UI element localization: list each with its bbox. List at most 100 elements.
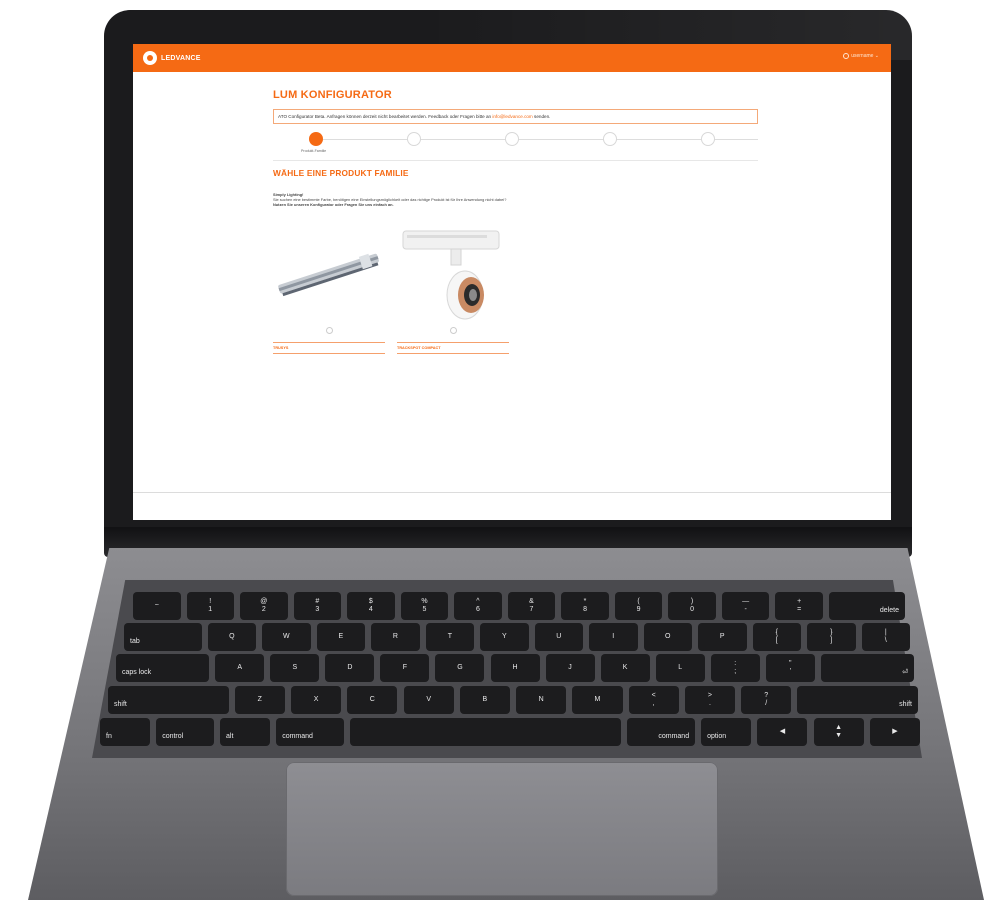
key-legend-line: =	[797, 606, 802, 613]
key-o[interactable]: O	[643, 623, 692, 651]
key-legend: — -	[742, 598, 749, 614]
key-delete[interactable]: delete	[828, 592, 905, 620]
key-caps-lock[interactable]: caps lock	[116, 654, 210, 682]
key-fn[interactable]: fn	[100, 718, 151, 746]
key-legend-line: $	[368, 598, 373, 605]
key-f[interactable]: F	[380, 654, 430, 682]
key-u[interactable]: U	[534, 623, 583, 651]
key-g[interactable]: G	[435, 654, 485, 682]
key-legend: @2	[260, 598, 267, 614]
key-legend-line: 3	[315, 606, 320, 613]
key-c[interactable]: C	[347, 686, 398, 714]
key-option[interactable]: option	[701, 718, 752, 746]
key-legend: >.	[708, 692, 712, 708]
key-legend-line: ;	[734, 668, 737, 675]
key-8[interactable]: * 8	[561, 592, 609, 620]
key-shift[interactable]: shift	[108, 686, 229, 714]
key-legend-line: ^	[476, 598, 480, 605]
key-7[interactable]: & 7	[507, 592, 556, 620]
key-6[interactable]: ^ 6	[454, 592, 502, 620]
key-legend: #3	[315, 598, 319, 614]
key-1[interactable]: ! 1	[186, 592, 234, 620]
key-v[interactable]: V	[403, 686, 454, 714]
key-legend: | \	[885, 629, 887, 645]
key-sym-10[interactable]: :;	[710, 654, 760, 682]
key-legend-line: !	[209, 598, 212, 605]
key-s[interactable]: S	[270, 654, 320, 682]
key-control[interactable]: control	[156, 718, 214, 746]
key-legend-line: '	[789, 668, 791, 675]
key-d[interactable]: D	[325, 654, 375, 682]
key-sym-12[interactable]: ⏎	[820, 654, 914, 682]
key-y[interactable]: Y	[480, 623, 529, 651]
key-2[interactable]: @2	[240, 592, 288, 620]
key-x[interactable]: X	[290, 686, 342, 714]
key-legend-line: 7	[529, 606, 534, 613]
key-legend-line: -	[744, 606, 747, 613]
key-b[interactable]: B	[459, 686, 510, 714]
trackpad[interactable]	[286, 762, 718, 896]
key-j[interactable]: J	[545, 654, 595, 682]
key-q[interactable]: Q	[207, 623, 257, 651]
key-l[interactable]: L	[655, 654, 705, 682]
key-i[interactable]: I	[589, 623, 638, 651]
key-legend: " '	[789, 660, 792, 676]
key-e[interactable]: E	[316, 623, 366, 651]
key-legend-line: #	[315, 598, 320, 605]
key-p[interactable]: P	[698, 623, 747, 651]
key-legend-line: 9	[636, 606, 641, 613]
key-sym-10[interactable]: ? /	[741, 686, 792, 714]
key-k[interactable]: K	[600, 654, 650, 682]
key-legend-line: /	[765, 700, 768, 707]
key-legend-line: }	[830, 629, 833, 636]
key-command[interactable]: command	[276, 718, 344, 746]
key-9[interactable]: (9	[614, 592, 663, 620]
key-legend-line: ▼	[835, 732, 843, 739]
key-sym-8[interactable]: <,	[628, 686, 679, 714]
key-legend-line: "	[788, 660, 792, 667]
key-legend: <,	[652, 692, 656, 708]
key-sym-8[interactable]: ▲ ▼	[813, 718, 864, 746]
key-sym-11[interactable]: {[	[752, 623, 801, 651]
key-legend-line: 6	[475, 606, 480, 613]
key-z[interactable]: Z	[234, 686, 285, 714]
key-legend-line: {	[775, 629, 778, 636]
key-shift[interactable]: shift	[797, 686, 918, 714]
key-n[interactable]: N	[516, 686, 567, 714]
key-sym-13[interactable]: | \	[861, 623, 910, 651]
key-a[interactable]: A	[215, 654, 265, 682]
key-legend-line: 5	[422, 606, 427, 613]
key-sym-9[interactable]: >.	[684, 686, 736, 714]
key-legend-line: 1	[208, 606, 213, 613]
key-tab[interactable]: tab	[124, 623, 202, 651]
key-legend-line: *	[583, 598, 587, 605]
key-legend-line: )	[690, 598, 694, 605]
key-legend: & 7	[529, 598, 534, 614]
key-sym-12[interactable]: + =	[775, 592, 823, 620]
key-m[interactable]: M	[572, 686, 623, 714]
key-command[interactable]: command	[627, 718, 696, 746]
key-legend-line: 4	[368, 606, 373, 613]
key-legend-line: <	[651, 692, 656, 699]
key-legend-line: %	[421, 598, 428, 605]
key-legend-line: >	[707, 692, 712, 699]
key-0[interactable]: ) 0	[668, 592, 716, 620]
key-sym-9[interactable]: ▶	[869, 718, 920, 746]
key-sym-0[interactable]: ~	[133, 592, 181, 620]
key-5[interactable]: % 5	[400, 592, 449, 620]
key-t[interactable]: T	[425, 623, 475, 651]
key-alt[interactable]: alt	[220, 718, 271, 746]
key-sym-11[interactable]: — -	[721, 592, 770, 620]
key-sym-11[interactable]: " '	[765, 654, 815, 682]
key-legend-line: &	[529, 598, 534, 605]
key-r[interactable]: R	[371, 623, 420, 651]
key-h[interactable]: H	[490, 654, 540, 682]
key-legend-line: \	[884, 637, 887, 644]
key-sym-12[interactable]: }]	[807, 623, 856, 651]
key-3[interactable]: #3	[293, 592, 342, 620]
key-4[interactable]: $4	[347, 592, 395, 620]
key-w[interactable]: W	[262, 623, 311, 651]
key-legend: % 5	[421, 598, 427, 614]
key-sym-7[interactable]: ◀	[757, 718, 808, 746]
key-space[interactable]	[350, 718, 622, 746]
